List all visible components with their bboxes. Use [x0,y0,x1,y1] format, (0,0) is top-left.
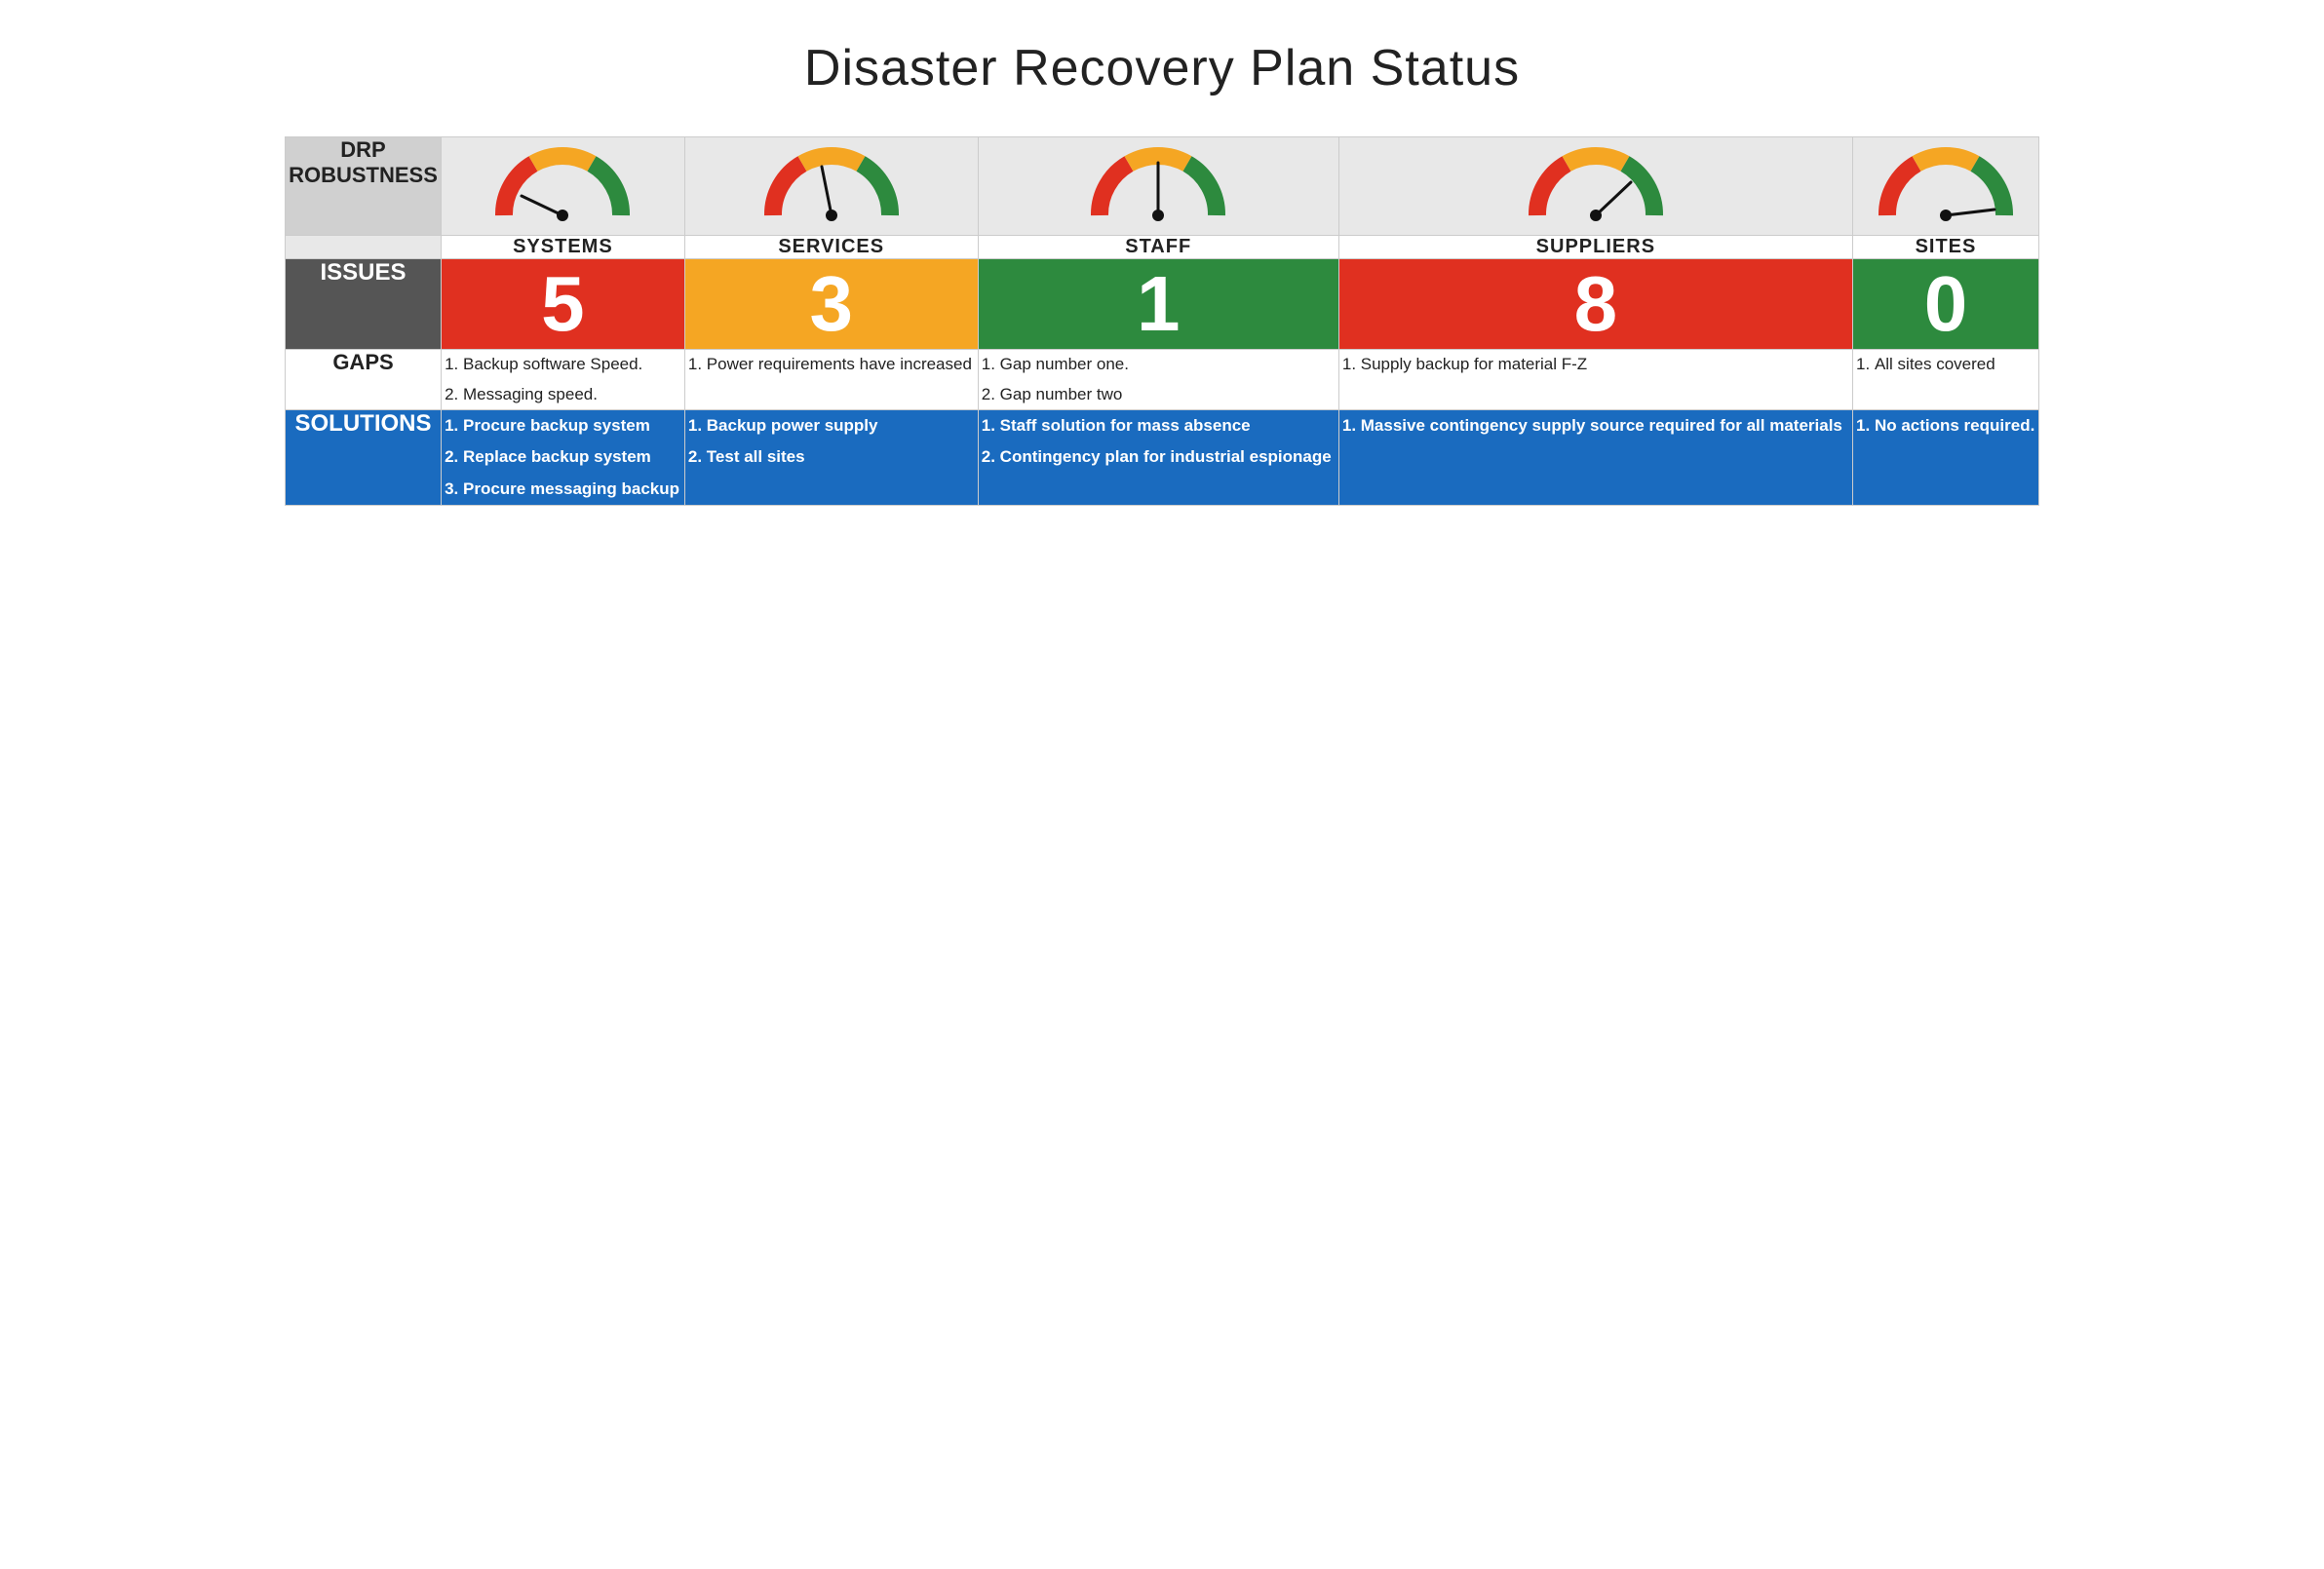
issues-row: ISSUES 5 3 1 8 0 [286,259,2039,350]
list-item: Backup software Speed. [463,350,684,380]
list-item: Gap number one. [1000,350,1338,380]
gauge-cell-suppliers [1338,137,1852,236]
gaps-staff-list: Gap number one. Gap number two [979,350,1338,409]
gaps-sites: All sites covered [1852,350,2038,410]
gauge-cell-services [684,137,978,236]
page-title: Disaster Recovery Plan Status [804,39,1520,97]
gaps-label: GAPS [286,350,442,410]
col-header-suppliers: SUPPLIERS [1338,236,1852,259]
list-item: Procure messaging backup [463,474,684,505]
drp-robustness-row: DRPROBUSTNESS [286,137,2039,236]
gaps-services: Power requirements have increased [684,350,978,410]
solutions-row: SOLUTIONS Procure backup system Replace … [286,410,2039,506]
gauge-cell-sites [1852,137,2038,236]
col-header-staff: STAFF [978,236,1338,259]
solutions-label: SOLUTIONS [286,410,442,506]
solutions-suppliers: Massive contingency supply source requir… [1338,410,1852,506]
gaps-staff: Gap number one. Gap number two [978,350,1338,410]
column-headers-row: SYSTEMS SERVICES STAFF SUPPLIERS SITES [286,236,2039,259]
list-item: Contingency plan for industrial espionag… [1000,441,1338,473]
issues-label: ISSUES [286,259,442,350]
main-table: DRPROBUSTNESS [285,136,2039,506]
list-item: Massive contingency supply source requir… [1361,410,1852,441]
list-item: Replace backup system [463,441,684,473]
col-header-systems: SYSTEMS [442,236,685,259]
list-item: Test all sites [707,441,978,473]
solutions-sites-list: No actions required. [1853,410,2038,441]
solutions-staff: Staff solution for mass absence Continge… [978,410,1338,506]
solutions-suppliers-list: Massive contingency supply source requir… [1339,410,1852,441]
gauge-services [754,137,910,235]
list-item: Power requirements have increased [707,350,978,380]
gauge-cell-systems [442,137,685,236]
issues-systems: 5 [442,259,685,350]
gauge-staff [1080,137,1236,235]
gaps-row: GAPS Backup software Speed. Messaging sp… [286,350,2039,410]
list-item: Staff solution for mass absence [1000,410,1338,441]
solutions-staff-list: Staff solution for mass absence Continge… [979,410,1338,474]
list-item: All sites covered [1875,350,2038,380]
list-item: Supply backup for material F-Z [1361,350,1852,380]
issues-staff: 1 [978,259,1338,350]
issues-sites: 0 [1852,259,2038,350]
gaps-systems: Backup software Speed. Messaging speed. [442,350,685,410]
gaps-suppliers-list: Supply backup for material F-Z [1339,350,1852,380]
col-header-services: SERVICES [684,236,978,259]
list-item: Messaging speed. [463,380,684,410]
solutions-services: Backup power supply Test all sites [684,410,978,506]
gauge-suppliers [1518,137,1674,235]
gaps-systems-list: Backup software Speed. Messaging speed. [442,350,684,409]
gauge-systems [484,137,640,235]
list-item: No actions required. [1875,410,2038,441]
gaps-sites-list: All sites covered [1853,350,2038,380]
gaps-suppliers: Supply backup for material F-Z [1338,350,1852,410]
list-item: Procure backup system [463,410,684,441]
list-item: Gap number two [1000,380,1338,410]
list-item: Backup power supply [707,410,978,441]
drp-robustness-label: DRPROBUSTNESS [286,137,442,236]
solutions-sites: No actions required. [1852,410,2038,506]
issues-suppliers: 8 [1338,259,1852,350]
col-header-sites: SITES [1852,236,2038,259]
gauge-sites [1868,137,2024,235]
issues-services: 3 [684,259,978,350]
gauge-cell-staff [978,137,1338,236]
solutions-systems-list: Procure backup system Replace backup sys… [442,410,684,505]
gaps-services-list: Power requirements have increased [685,350,978,380]
solutions-services-list: Backup power supply Test all sites [685,410,978,474]
solutions-systems: Procure backup system Replace backup sys… [442,410,685,506]
